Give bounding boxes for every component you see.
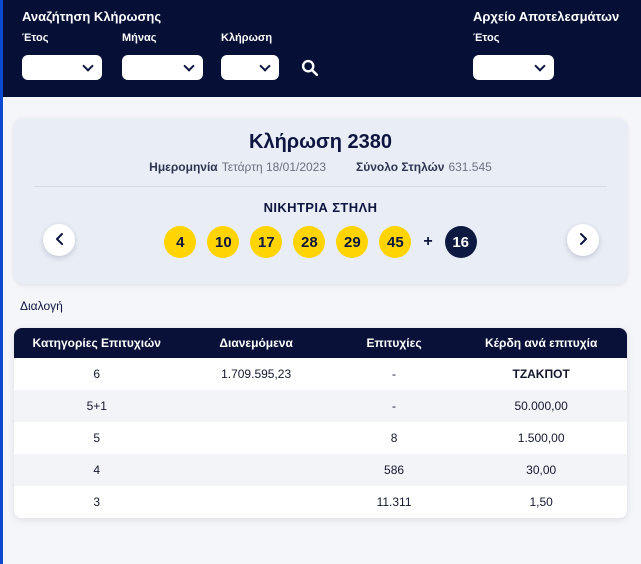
table-row: 4 586 30,00 (14, 454, 627, 486)
column-header: Διανεμόμενα (180, 336, 333, 350)
chevron-left-icon (55, 232, 64, 249)
total-columns-value: 631.545 (448, 160, 491, 174)
table-cell: 4 (14, 463, 180, 477)
draw-select[interactable] (221, 55, 279, 80)
month-select[interactable] (122, 55, 203, 80)
archive-year-select[interactable] (473, 55, 554, 80)
table-row: 5 8 1.500,00 (14, 422, 627, 454)
search-icon (300, 66, 320, 81)
table-row: 5+1 - 50.000,00 (14, 390, 627, 422)
chevron-down-icon (534, 60, 545, 71)
table-cell: 30,00 (455, 463, 627, 477)
archive-section-title: Αρχείο Αποτελεσμάτων (473, 9, 619, 24)
draw-result-card: Κλήρωση 2380 Ημερομηνία Τετάρτη 18/01/202… (14, 118, 627, 284)
total-columns: Σύνολο Στηλών 631.545 (356, 160, 492, 174)
search-button[interactable] (298, 57, 322, 81)
column-header: Επιτυχίες (333, 336, 456, 350)
table-cell: 1,50 (455, 495, 627, 509)
draw-date-label: Ημερομηνία (149, 160, 218, 174)
payout-table: Κατηγορίες Επιτυχιών Διανεμόμενα Επιτυχί… (14, 328, 627, 518)
chevron-down-icon (82, 60, 93, 71)
table-row: 3 11.311 1,50 (14, 486, 627, 518)
table-cell: 50.000,00 (455, 399, 627, 413)
search-header: Αναζήτηση Κλήρωσης Έτος Μήνας Κλήρωση Αρ… (0, 0, 641, 97)
table-cell: - (333, 367, 456, 381)
table-cell: 3 (14, 495, 180, 509)
draw-date-value: Τετάρτη 18/01/2023 (222, 160, 326, 174)
chevron-down-icon (259, 60, 270, 71)
table-cell: 1.500,00 (455, 431, 627, 445)
table-cell: ΤΖΑΚΠΟΤ (455, 367, 627, 381)
number-ball: 10 (207, 226, 239, 258)
search-section-title: Αναζήτηση Κλήρωσης (22, 9, 161, 24)
total-columns-label: Σύνολο Στηλών (356, 160, 444, 174)
month-label: Μήνας (122, 32, 156, 44)
card-divider (34, 186, 607, 187)
chevron-down-icon (183, 60, 194, 71)
table-cell: - (333, 399, 456, 413)
results-section-label: Διαλογή (20, 299, 63, 313)
column-header: Κατηγορίες Επιτυχιών (14, 336, 180, 350)
year-select[interactable] (22, 55, 102, 80)
table-cell: 11.311 (333, 495, 456, 509)
table-cell: 5+1 (14, 399, 180, 413)
number-ball: 4 (164, 226, 196, 258)
table-row: 6 1.709.595,23 - ΤΖΑΚΠΟΤ (14, 358, 627, 390)
draw-title: Κλήρωση 2380 (14, 118, 627, 154)
winning-column-title: ΝΙΚΗΤΡΙΑ ΣΤΗΛΗ (14, 200, 627, 215)
winning-numbers: 4 10 17 28 29 45 + 16 (14, 226, 627, 258)
column-header: Κέρδη ανά επιτυχία (455, 336, 627, 350)
table-body: 6 1.709.595,23 - ΤΖΑΚΠΟΤ 5+1 - 50.000,00… (14, 358, 627, 518)
draw-date: Ημερομηνία Τετάρτη 18/01/2023 (149, 160, 326, 174)
chevron-right-icon (579, 232, 588, 249)
left-accent-stripe (0, 0, 3, 564)
bonus-number-ball: 16 (445, 226, 477, 258)
number-ball: 28 (293, 226, 325, 258)
draw-label: Κλήρωση (221, 32, 272, 44)
table-cell: 6 (14, 367, 180, 381)
table-header-row: Κατηγορίες Επιτυχιών Διανεμόμενα Επιτυχί… (14, 328, 627, 358)
table-cell: 586 (333, 463, 456, 477)
year-label: Έτος (22, 32, 48, 44)
plus-sign: + (423, 233, 432, 251)
archive-year-label: Έτος (473, 32, 499, 44)
previous-draw-button[interactable] (43, 224, 75, 256)
draw-meta: Ημερομηνία Τετάρτη 18/01/2023 Σύνολο Στηλ… (14, 160, 627, 174)
number-ball: 45 (379, 226, 411, 258)
next-draw-button[interactable] (567, 224, 599, 256)
table-cell: 5 (14, 431, 180, 445)
number-ball: 17 (250, 226, 282, 258)
number-ball: 29 (336, 226, 368, 258)
table-cell: 1.709.595,23 (180, 367, 333, 381)
table-cell: 8 (333, 431, 456, 445)
